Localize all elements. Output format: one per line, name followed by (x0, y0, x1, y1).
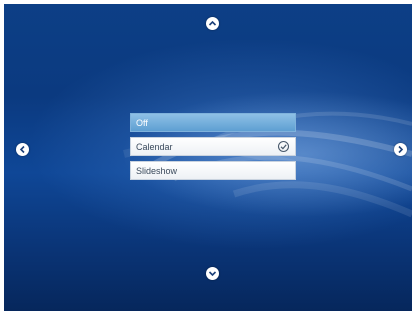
menu-item-off[interactable]: Off (130, 113, 296, 132)
menu-item-slideshow[interactable]: Slideshow (130, 161, 296, 180)
chevron-right-icon (398, 145, 404, 154)
menu-item-label: Calendar (136, 142, 173, 152)
menu-item-label: Slideshow (136, 166, 178, 176)
check-circle-icon (277, 140, 290, 153)
option-menu: Off Calendar Slideshow (130, 113, 296, 185)
chevron-down-icon (208, 271, 217, 277)
menu-item-calendar[interactable]: Calendar (130, 137, 296, 156)
chevron-up-icon (208, 20, 217, 26)
nav-right-button[interactable] (394, 143, 407, 156)
display-screen: Off Calendar Slideshow (4, 4, 412, 311)
menu-item-label: Off (136, 118, 148, 128)
chevron-left-icon (19, 145, 25, 154)
nav-left-button[interactable] (16, 143, 29, 156)
nav-up-button[interactable] (206, 17, 219, 30)
nav-down-button[interactable] (206, 267, 219, 280)
